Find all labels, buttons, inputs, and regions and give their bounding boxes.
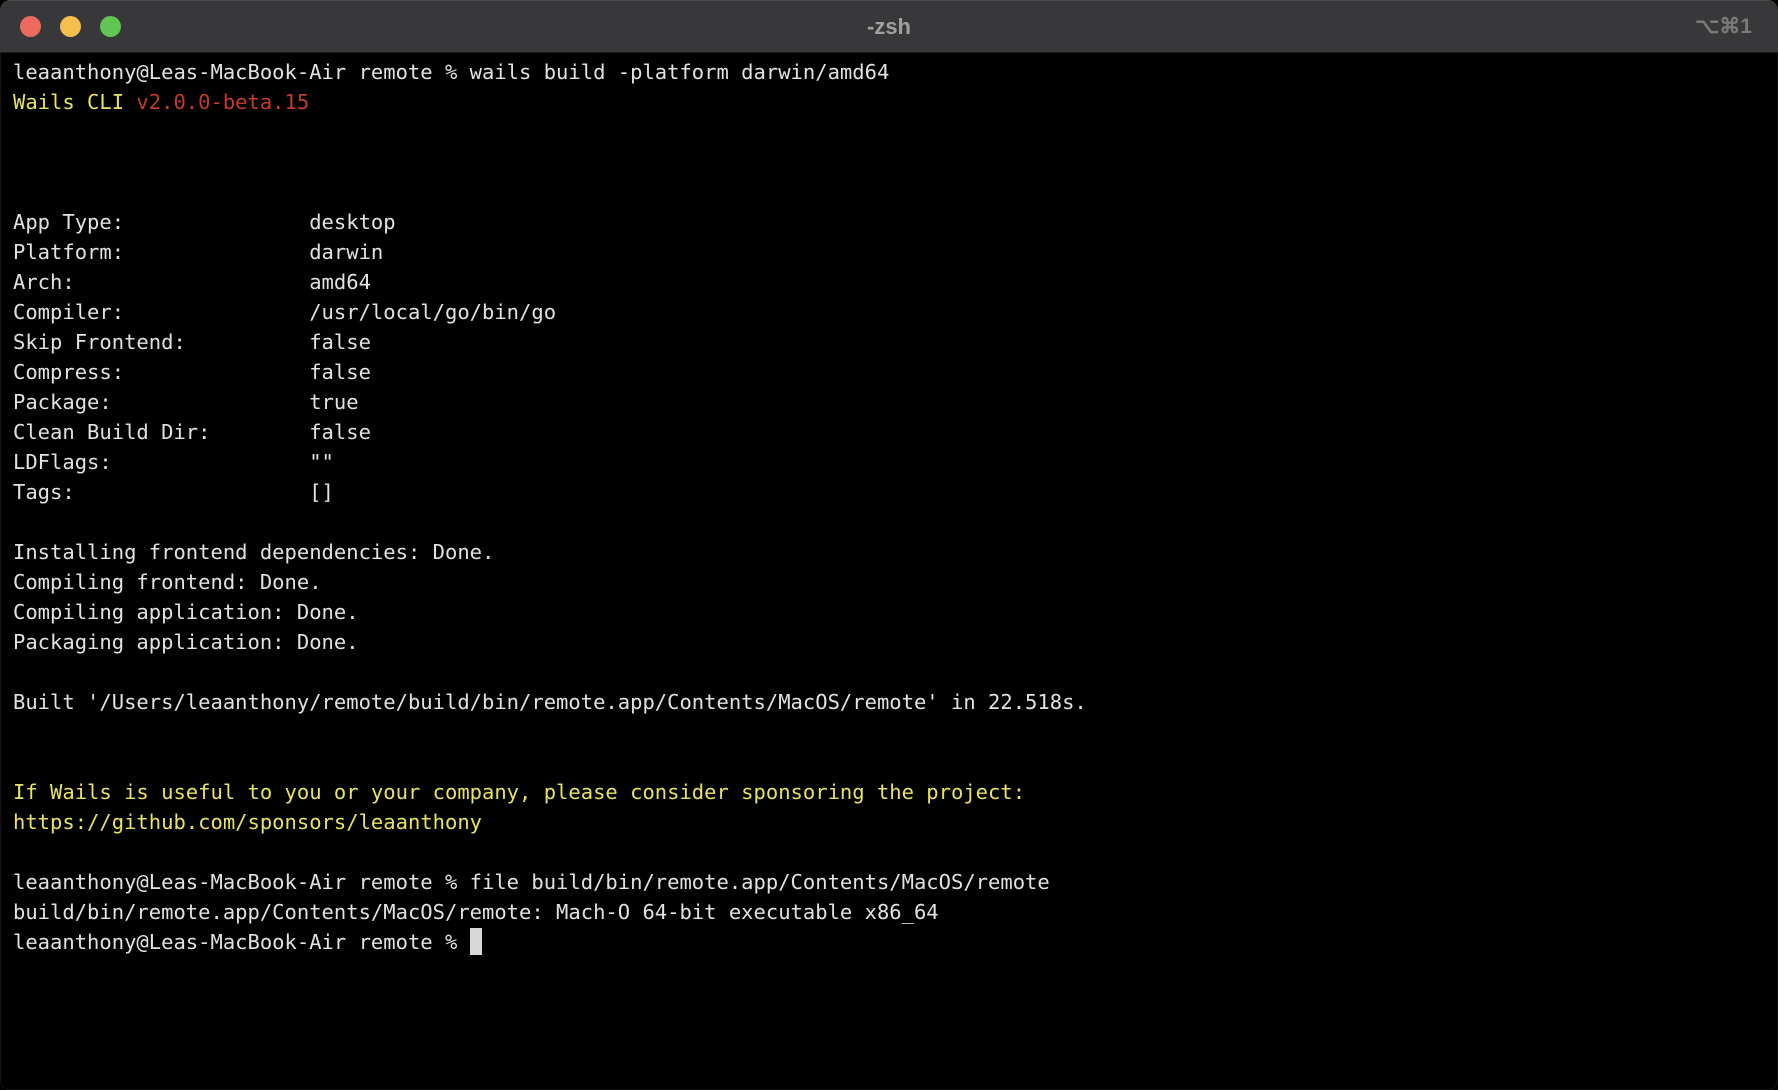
tab-shortcut-label: ⌥⌘1 bbox=[1695, 14, 1752, 39]
terminal-line: Compiler: /usr/local/go/bin/go bbox=[13, 297, 1768, 327]
traffic-lights bbox=[0, 16, 121, 37]
terminal-text: v2.0.0-beta.15 bbox=[136, 90, 309, 114]
terminal-text: Compress: false bbox=[13, 360, 371, 384]
terminal-text: Packaging application: Done. bbox=[13, 630, 359, 654]
terminal-output[interactable]: leaanthony@Leas-MacBook-Air remote % wai… bbox=[0, 53, 1778, 957]
terminal-text: build/bin/remote.app/Contents/MacOS/remo… bbox=[13, 900, 939, 924]
terminal-line: App Type: desktop bbox=[13, 207, 1768, 237]
terminal-line: Tags: [] bbox=[13, 477, 1768, 507]
terminal-line: build/bin/remote.app/Contents/MacOS/remo… bbox=[13, 897, 1768, 927]
terminal-text: Compiling application: Done. bbox=[13, 600, 359, 624]
terminal-line: Compress: false bbox=[13, 357, 1768, 387]
terminal-text: Compiling frontend: Done. bbox=[13, 570, 322, 594]
terminal-text: Wails CLI bbox=[13, 90, 136, 114]
terminal-line: Skip Frontend: false bbox=[13, 327, 1768, 357]
terminal-line: LDFlags: "" bbox=[13, 447, 1768, 477]
terminal-line bbox=[13, 147, 1768, 177]
terminal-line: Clean Build Dir: false bbox=[13, 417, 1768, 447]
terminal-line: Wails CLI v2.0.0-beta.15 bbox=[13, 87, 1768, 117]
terminal-line bbox=[13, 717, 1768, 747]
terminal-text: leaanthony@Leas-MacBook-Air remote % wai… bbox=[13, 60, 889, 84]
terminal-line: Arch: amd64 bbox=[13, 267, 1768, 297]
terminal-text: https://github.com/sponsors/leaanthony bbox=[13, 810, 482, 834]
terminal-window: -zsh ⌥⌘1 leaanthony@Leas-MacBook-Air rem… bbox=[0, 0, 1778, 1090]
window-title: -zsh bbox=[0, 14, 1778, 40]
terminal-line: Platform: darwin bbox=[13, 237, 1768, 267]
terminal-text: Platform: darwin bbox=[13, 240, 383, 264]
terminal-line: Built '/Users/leaanthony/remote/build/bi… bbox=[13, 687, 1768, 717]
terminal-text: Clean Build Dir: false bbox=[13, 420, 371, 444]
terminal-line: https://github.com/sponsors/leaanthony bbox=[13, 807, 1768, 837]
minimize-button[interactable] bbox=[60, 16, 81, 37]
terminal-line: Compiling frontend: Done. bbox=[13, 567, 1768, 597]
terminal-line: Package: true bbox=[13, 387, 1768, 417]
terminal-text: leaanthony@Leas-MacBook-Air remote % fil… bbox=[13, 870, 1050, 894]
close-button[interactable] bbox=[20, 16, 41, 37]
terminal-text: Arch: amd64 bbox=[13, 270, 371, 294]
terminal-line bbox=[13, 657, 1768, 687]
terminal-line bbox=[13, 117, 1768, 147]
terminal-line bbox=[13, 747, 1768, 777]
terminal-text: LDFlags: "" bbox=[13, 450, 334, 474]
terminal-line: leaanthony@Leas-MacBook-Air remote % wai… bbox=[13, 57, 1768, 87]
terminal-text: Installing frontend dependencies: Done. bbox=[13, 540, 494, 564]
terminal-line: leaanthony@Leas-MacBook-Air remote % fil… bbox=[13, 867, 1768, 897]
terminal-line: If Wails is useful to you or your compan… bbox=[13, 777, 1768, 807]
terminal-text: leaanthony@Leas-MacBook-Air remote % bbox=[13, 930, 470, 954]
terminal-text: Built '/Users/leaanthony/remote/build/bi… bbox=[13, 690, 1087, 714]
terminal-text: Tags: [] bbox=[13, 480, 334, 504]
terminal-line: Packaging application: Done. bbox=[13, 627, 1768, 657]
terminal-text: If Wails is useful to you or your compan… bbox=[13, 780, 1025, 804]
terminal-line bbox=[13, 177, 1768, 207]
terminal-line bbox=[13, 837, 1768, 867]
terminal-text: App Type: desktop bbox=[13, 210, 396, 234]
zoom-button[interactable] bbox=[100, 16, 121, 37]
terminal-line: Compiling application: Done. bbox=[13, 597, 1768, 627]
cursor bbox=[470, 928, 482, 955]
terminal-line: Installing frontend dependencies: Done. bbox=[13, 537, 1768, 567]
titlebar[interactable]: -zsh ⌥⌘1 bbox=[0, 0, 1778, 53]
terminal-text: Package: true bbox=[13, 390, 359, 414]
terminal-line bbox=[13, 507, 1768, 537]
terminal-line: leaanthony@Leas-MacBook-Air remote % bbox=[13, 927, 1768, 957]
terminal-text: Compiler: /usr/local/go/bin/go bbox=[13, 300, 556, 324]
terminal-text: Skip Frontend: false bbox=[13, 330, 371, 354]
